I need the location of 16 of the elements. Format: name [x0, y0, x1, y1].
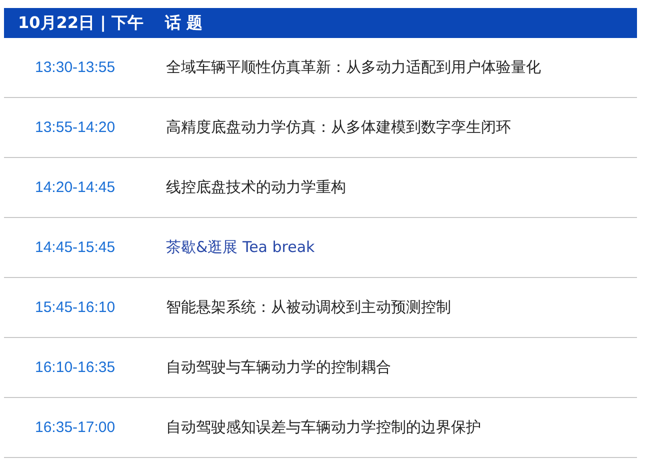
session-topic: 自动驾驶感知误差与车辆动力学控制的边界保护	[166, 418, 481, 437]
session-time: 14:45-15:45	[34, 239, 116, 256]
session-topic: 茶歇&逛展 Tea break	[166, 238, 315, 257]
session-time: 15:45-16:10	[34, 299, 116, 316]
session-topic: 线控底盘技术的动力学重构	[166, 178, 346, 197]
session-time: 16:10-16:35	[34, 359, 116, 376]
session-topic: 智能悬架系统：从被动调校到主动预测控制	[166, 298, 451, 317]
session-time: 14:20-14:45	[34, 179, 116, 196]
session-time: 13:30-13:55	[34, 59, 116, 76]
header-date: 10月22日 | 下午	[18, 12, 145, 34]
session-time: 13:55-14:20	[34, 119, 116, 136]
session-time: 16:35-17:00	[34, 419, 116, 436]
session-topic: 高精度底盘动力学仿真：从多体建模到数字孪生闭环	[166, 118, 511, 137]
session-topic: 全域车辆平顺性仿真革新：从多动力适配到用户体验量化	[166, 58, 541, 77]
header-topic: 话 题	[165, 12, 203, 34]
session-topic: 自动驾驶与车辆动力学的控制耦合	[166, 358, 391, 377]
